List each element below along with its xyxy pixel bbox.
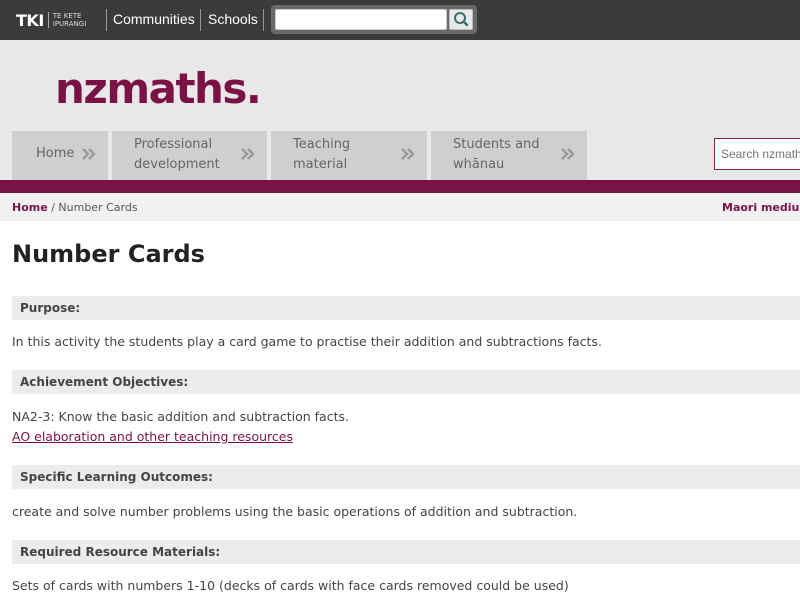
communities-link[interactable]: Communities — [113, 11, 195, 27]
nav-tab-label: Teaching — [293, 137, 351, 152]
section-text: Sets of cards with numbers 1-10 (decks o… — [12, 578, 569, 593]
nav-tab-label: Home — [36, 146, 75, 161]
nav-tab-home[interactable]: Home — [12, 131, 108, 180]
global-search-input[interactable] — [275, 9, 447, 30]
breadcrumb-separator: / — [51, 201, 55, 214]
site-logo[interactable]: nzmaths. — [55, 64, 262, 113]
nav-tab-label: material — [293, 157, 348, 172]
tki-logo[interactable]: TKI TE KETE IPURANGI — [16, 9, 100, 31]
top-bar: TKI TE KETE IPURANGI Communities Schools — [0, 0, 800, 40]
double-chevron-right-icon — [241, 148, 255, 160]
maori-medium-link[interactable]: Maori medium c — [722, 201, 800, 214]
nav-tab-label: Professional — [134, 137, 213, 152]
page-title: Number Cards — [12, 240, 205, 268]
breadcrumb-home-link[interactable]: Home — [12, 201, 48, 214]
divider — [263, 9, 264, 31]
section-text: In this activity the students play a car… — [12, 334, 602, 349]
double-chevron-right-icon — [401, 148, 415, 160]
section-heading-required-resource-materials: Required Resource Materials: — [12, 540, 800, 564]
double-chevron-right-icon — [82, 148, 96, 160]
nav-tab-students-and-whanau[interactable]: Students and whānau — [431, 131, 587, 180]
breadcrumb-current: Number Cards — [58, 201, 138, 214]
divider — [106, 9, 107, 31]
section-text: create and solve number problems using t… — [12, 504, 578, 519]
nav-tab-label: development — [134, 157, 220, 172]
global-search-button[interactable] — [449, 9, 473, 30]
double-chevron-right-icon — [561, 148, 575, 160]
global-search — [271, 5, 477, 34]
nav-tab-professional-development[interactable]: Professional development — [112, 131, 267, 180]
schools-link[interactable]: Schools — [208, 11, 258, 27]
divider — [200, 9, 201, 31]
tki-logo-subtitle: TE KETE IPURANGI — [47, 12, 100, 28]
nav-tab-label: Students and — [453, 137, 540, 152]
site-search-input[interactable] — [714, 138, 800, 170]
site-header: nzmaths. Home Professional development T… — [0, 40, 800, 180]
section-text: NA2-3: Know the basic addition and subtr… — [12, 409, 349, 424]
nav-tab-label: whānau — [453, 157, 505, 172]
breadcrumb-bar: Home / Number Cards Maori medium c — [0, 193, 800, 221]
tki-logo-mark: TKI — [16, 10, 44, 30]
breadcrumb: Home / Number Cards — [12, 201, 138, 214]
header-accent-bar — [0, 180, 800, 193]
section-heading-purpose: Purpose: — [12, 296, 800, 320]
section-heading-specific-learning-outcomes: Specific Learning Outcomes: — [12, 465, 800, 489]
search-icon — [454, 12, 469, 27]
nav-tab-teaching-material[interactable]: Teaching material — [271, 131, 427, 180]
section-heading-achievement-objectives: Achievement Objectives: — [12, 370, 800, 394]
ao-elaboration-link[interactable]: AO elaboration and other teaching resour… — [12, 429, 293, 444]
